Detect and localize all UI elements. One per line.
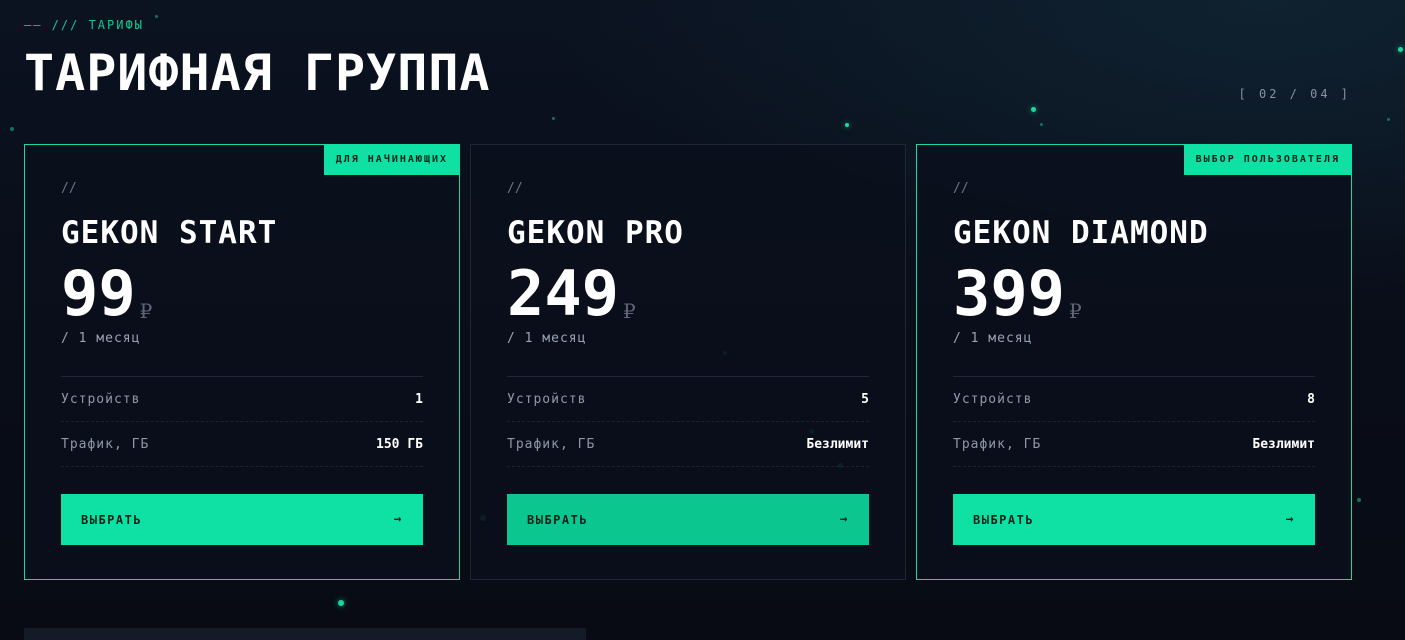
plan-features: Устройств 1 Трафик, ГБ 150 ГБ [61, 376, 423, 467]
decorative-slashes: // [61, 181, 77, 196]
feature-value: 8 [1307, 391, 1315, 407]
page-title: ТАРИФНАЯ ГРУППА [24, 44, 491, 102]
particle [1398, 47, 1403, 52]
button-label: ВЫБРАТЬ [973, 512, 1035, 527]
plan-period: / 1 месяц [953, 331, 1033, 346]
particle [10, 127, 14, 131]
price-row: 99 ₽ [61, 259, 423, 325]
ruble-icon: ₽ [139, 299, 153, 323]
plan-features: Устройств 8 Трафик, ГБ Безлимит [953, 376, 1315, 467]
feature-row-traffic: Трафик, ГБ Безлимит [953, 422, 1315, 467]
plan-price: 399 [953, 257, 1065, 330]
feature-label: Трафик, ГБ [507, 436, 596, 452]
arrow-right-icon: → [393, 512, 403, 527]
section-eyebrow: —— /// ТАРИФЫ [24, 18, 144, 32]
arrow-right-icon: → [839, 512, 849, 527]
plan-badge: ДЛЯ НАЧИНАЮЩИХ [323, 144, 460, 175]
plan-card-pro: // GEKON PRO 249 ₽ / 1 месяц Устройств 5… [470, 144, 906, 580]
next-section-edge [24, 628, 586, 640]
feature-value: Безлимит [1252, 436, 1315, 452]
page-indicator: [ 02 / 04 ] [1238, 87, 1351, 101]
feature-label: Устройств [61, 391, 141, 407]
plan-price: 99 [61, 257, 136, 330]
plan-badge: ВЫБОР ПОЛЬЗОВАТЕЛЯ [1183, 144, 1352, 175]
feature-label: Трафик, ГБ [953, 436, 1042, 452]
feature-row-devices: Устройств 8 [953, 377, 1315, 422]
select-plan-button[interactable]: ВЫБРАТЬ → [61, 494, 423, 545]
ruble-icon: ₽ [622, 299, 636, 323]
plan-period: / 1 месяц [61, 331, 141, 346]
decorative-slashes: // [507, 181, 523, 196]
plan-name: GEKON START [61, 215, 278, 251]
particle [1357, 498, 1361, 502]
feature-label: Трафик, ГБ [61, 436, 150, 452]
price-row: 399 ₽ [953, 259, 1315, 325]
feature-row-devices: Устройств 5 [507, 377, 869, 422]
feature-label: Устройств [507, 391, 587, 407]
plan-cards: ДЛЯ НАЧИНАЮЩИХ // GEKON START 99 ₽ / 1 м… [24, 144, 1352, 580]
particle [155, 15, 158, 18]
particle [845, 123, 849, 127]
ruble-icon: ₽ [1068, 299, 1082, 323]
particle [1387, 118, 1390, 121]
arrow-right-icon: → [1285, 512, 1295, 527]
particle [1031, 107, 1036, 112]
feature-row-traffic: Трафик, ГБ 150 ГБ [61, 422, 423, 467]
plan-card-start: ДЛЯ НАЧИНАЮЩИХ // GEKON START 99 ₽ / 1 м… [24, 144, 460, 580]
button-label: ВЫБРАТЬ [81, 512, 143, 527]
decorative-slashes: // [953, 181, 969, 196]
particle [338, 600, 344, 606]
particle [552, 117, 555, 120]
feature-value: 150 ГБ [376, 436, 423, 452]
plan-name: GEKON PRO [507, 215, 684, 251]
feature-label: Устройств [953, 391, 1033, 407]
plan-period: / 1 месяц [507, 331, 587, 346]
feature-row-devices: Устройств 1 [61, 377, 423, 422]
select-plan-button[interactable]: ВЫБРАТЬ → [953, 494, 1315, 545]
feature-value: 1 [415, 391, 423, 407]
select-plan-button[interactable]: ВЫБРАТЬ → [507, 494, 869, 545]
plan-price: 249 [507, 257, 619, 330]
plan-name: GEKON DIAMOND [953, 215, 1209, 251]
price-row: 249 ₽ [507, 259, 869, 325]
feature-row-traffic: Трафик, ГБ Безлимит [507, 422, 869, 467]
plan-card-diamond: ВЫБОР ПОЛЬЗОВАТЕЛЯ // GEKON DIAMOND 399 … [916, 144, 1352, 580]
particle [1040, 123, 1043, 126]
feature-value: 5 [861, 391, 869, 407]
button-label: ВЫБРАТЬ [527, 512, 589, 527]
plan-features: Устройств 5 Трафик, ГБ Безлимит [507, 376, 869, 467]
feature-value: Безлимит [806, 436, 869, 452]
